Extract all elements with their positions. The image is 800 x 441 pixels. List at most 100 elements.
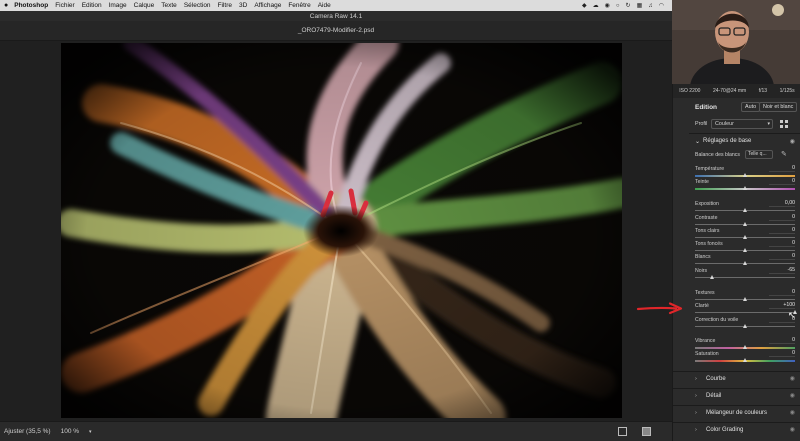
wifi-icon[interactable]: ◠ bbox=[659, 2, 664, 9]
menu-3d[interactable]: 3D bbox=[239, 2, 247, 9]
slider-value-field[interactable]: -65 bbox=[769, 267, 795, 274]
menu-calque[interactable]: Calque bbox=[134, 2, 155, 9]
menu-image[interactable]: Image bbox=[109, 2, 127, 9]
slider-value-field[interactable]: 0 bbox=[769, 214, 795, 221]
section-basic-header[interactable]: ⌄ Réglages de base ◉ bbox=[673, 135, 800, 147]
window-titlebar: Camera Raw 14.1 bbox=[0, 11, 672, 21]
slider-value-field[interactable]: 0 bbox=[769, 289, 795, 296]
slider-value-field[interactable]: 0 bbox=[769, 165, 795, 172]
menu-texte[interactable]: Texte bbox=[161, 2, 177, 9]
white-balance-label: Balance des blancs bbox=[695, 152, 740, 158]
menu-app-name[interactable]: Photoshop bbox=[14, 2, 48, 9]
slider-label: Blancs bbox=[695, 254, 711, 260]
circle-icon[interactable]: ○ bbox=[616, 3, 620, 9]
slider-thumb[interactable] bbox=[710, 275, 714, 279]
slider-label: Exposition bbox=[695, 201, 719, 207]
slider-value-field[interactable]: 0 bbox=[769, 240, 795, 247]
menu-filtre[interactable]: Filtre bbox=[218, 2, 232, 9]
slider-label: Vibrance bbox=[695, 338, 716, 344]
section-courbe[interactable]: › Courbe ◉ bbox=[673, 371, 800, 385]
slider-saturation[interactable]: Saturation 0 bbox=[695, 350, 795, 364]
slider-thumb[interactable] bbox=[742, 261, 747, 265]
bottom-status-bar: Ajuster (35,5 %) 100 % ▾ bbox=[0, 421, 672, 441]
eye-icon[interactable]: ◉ bbox=[790, 426, 795, 433]
webcam-overlay bbox=[672, 0, 800, 84]
slider-clarté[interactable]: Clarté +100 bbox=[695, 302, 797, 316]
slider-track[interactable] bbox=[695, 312, 795, 313]
zoom-100-button[interactable]: 100 % bbox=[61, 428, 79, 435]
sync-icon[interactable]: ↻ bbox=[626, 2, 631, 9]
edition-title: Edition bbox=[695, 103, 718, 111]
chevron-right-icon: › bbox=[695, 392, 697, 399]
edition-header: Edition Auto Noir et blanc bbox=[673, 100, 800, 114]
eye-icon[interactable]: ◉ bbox=[790, 138, 795, 145]
dropbox-icon[interactable]: ◆ bbox=[582, 2, 587, 9]
eye-icon[interactable]: ◉ bbox=[790, 409, 795, 416]
section-color-mixer[interactable]: › Mélangeur de couleurs ◉ bbox=[673, 405, 800, 419]
canvas-area[interactable] bbox=[0, 41, 672, 421]
grid-status-icon[interactable]: ▦ bbox=[637, 2, 643, 9]
slider-value-field[interactable]: 0 bbox=[769, 253, 795, 260]
photo-preview[interactable] bbox=[61, 43, 622, 418]
webcam-presenter-image bbox=[672, 0, 800, 84]
chevron-down-icon: ⌄ bbox=[695, 138, 701, 145]
menu-fichier[interactable]: Fichier bbox=[55, 2, 75, 9]
record-icon[interactable]: ◉ bbox=[605, 2, 610, 9]
eye-icon[interactable]: ◉ bbox=[790, 375, 795, 382]
camera-raw-panel: ISO 2200 24-70@24 mm f/13 1/125s Edition… bbox=[672, 84, 800, 441]
slider-label: Correction du voile bbox=[695, 317, 739, 323]
slider-thumb[interactable] bbox=[742, 297, 747, 301]
zoom-fit-dropdown[interactable]: Ajuster (35,5 %) bbox=[4, 428, 51, 435]
white-balance-select[interactable]: Telle q... bbox=[745, 150, 773, 159]
slider-thumb[interactable] bbox=[742, 235, 747, 239]
eye-icon[interactable]: ◉ bbox=[790, 392, 795, 399]
menu-fenetre[interactable]: Fenêtre bbox=[288, 2, 310, 9]
apple-icon[interactable]: ● bbox=[4, 2, 8, 9]
slider-thumb[interactable] bbox=[742, 248, 747, 252]
slider-value-field[interactable]: 0 bbox=[769, 178, 795, 185]
slider-thumb[interactable] bbox=[742, 186, 747, 190]
menu-selection[interactable]: Sélection bbox=[184, 2, 211, 9]
slider-value-field[interactable]: 0 bbox=[769, 350, 795, 357]
slider-value-field[interactable]: +100 bbox=[769, 302, 795, 309]
twirl-photo-image bbox=[61, 43, 622, 418]
slider-label: Noirs bbox=[695, 268, 708, 274]
cloud-icon[interactable]: ☁ bbox=[593, 2, 599, 9]
before-after-icon[interactable] bbox=[618, 427, 627, 436]
menu-edition[interactable]: Edition bbox=[82, 2, 102, 9]
slider-value-field[interactable]: 0 bbox=[769, 337, 795, 344]
headphones-icon[interactable]: ♫ bbox=[648, 3, 653, 9]
slider-thumb[interactable] bbox=[742, 208, 747, 212]
slider-thumb[interactable] bbox=[742, 173, 747, 177]
auto-button[interactable]: Auto bbox=[741, 102, 761, 112]
section-courbe-title: Courbe bbox=[706, 375, 726, 382]
mouse-cursor-icon: ↖ bbox=[788, 310, 796, 320]
profile-select[interactable]: Couleur ▾ bbox=[711, 119, 773, 129]
slider-noirs[interactable]: Noirs -65 bbox=[695, 267, 795, 281]
menu-aide[interactable]: Aide bbox=[318, 2, 331, 9]
section-color-mixer-title: Mélangeur de couleurs bbox=[706, 409, 768, 416]
chevron-down-icon[interactable]: ▾ bbox=[89, 429, 92, 435]
file-tab-bar: _ORO7479-Modifier-2.psd bbox=[0, 21, 672, 41]
slider-thumb[interactable] bbox=[742, 324, 747, 328]
eyedropper-icon[interactable]: ✎ bbox=[781, 150, 787, 158]
slider-label: Textures bbox=[695, 290, 715, 296]
profile-browser-grid-icon[interactable] bbox=[780, 120, 788, 128]
section-detail[interactable]: › Détail ◉ bbox=[673, 388, 800, 402]
slider-thumb[interactable] bbox=[742, 345, 747, 349]
slider-thumb[interactable] bbox=[742, 222, 747, 226]
slider-blancs[interactable]: Blancs 0 bbox=[695, 253, 795, 267]
slider-value-field[interactable]: 0 bbox=[769, 227, 795, 234]
compare-view-icon[interactable] bbox=[642, 427, 651, 436]
slider-exposition[interactable]: Exposition 0,00 bbox=[695, 200, 795, 214]
section-color-grading[interactable]: › Color Grading ◉ bbox=[673, 422, 800, 436]
chevron-down-icon: ▾ bbox=[767, 121, 770, 127]
menu-affichage[interactable]: Affichage bbox=[254, 2, 281, 9]
slider-value-field[interactable]: 0,00 bbox=[769, 200, 795, 207]
window-title: Camera Raw 14.1 bbox=[309, 12, 363, 20]
white-balance-row: Balance des blancs Telle q... ✎ bbox=[695, 150, 795, 160]
black-white-button[interactable]: Noir et blanc bbox=[759, 102, 798, 112]
slider-thumb[interactable] bbox=[742, 358, 747, 362]
slider-correction-du-voile[interactable]: Correction du voile 0 bbox=[695, 316, 795, 330]
slider-teinte[interactable]: Teinte 0 bbox=[695, 178, 795, 192]
